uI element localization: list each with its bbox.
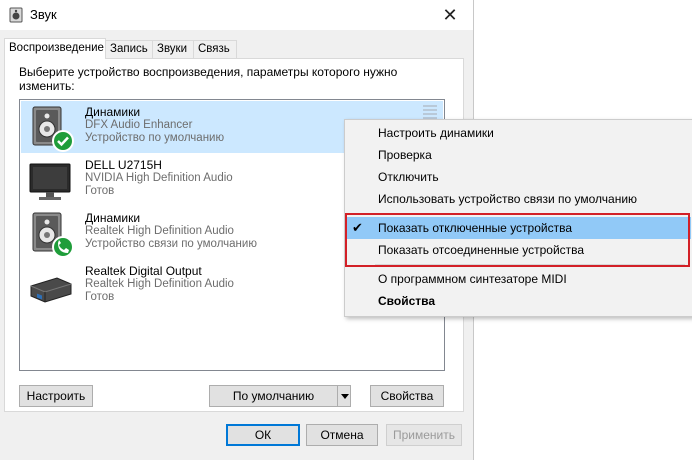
monitor-icon <box>29 163 71 200</box>
menu-item-label: Проверка <box>378 148 432 162</box>
device-driver: DFX Audio Enhancer <box>85 119 193 131</box>
cancel-button[interactable]: Отмена <box>306 424 378 446</box>
menu-item-default-communication[interactable]: Использовать устройство связи по умолчан… <box>345 188 691 210</box>
menu-item-label: Отключить <box>378 170 439 184</box>
device-name: Динамики <box>85 105 141 119</box>
set-default-label: По умолчанию <box>232 389 315 403</box>
device-name: DELL U2715H <box>85 158 162 172</box>
device-driver: Realtek High Definition Audio <box>85 278 234 290</box>
menu-item-configure-speakers[interactable]: Настроить динамики <box>345 122 691 144</box>
device-driver: Realtek High Definition Audio <box>85 225 234 237</box>
configure-button[interactable]: Настроить <box>19 385 93 407</box>
close-button[interactable]: ✕ <box>427 0 473 30</box>
close-icon: ✕ <box>442 5 458 25</box>
device-status: Устройство по умолчанию <box>85 132 225 144</box>
device-name: Realtek Digital Output <box>85 264 202 278</box>
speaker-icon <box>9 7 23 23</box>
apply-button[interactable]: Применить <box>386 424 462 446</box>
dropdown-arrow-icon[interactable] <box>337 386 350 406</box>
menu-item-label: Свойства <box>378 294 436 308</box>
set-default-split-button[interactable]: По умолчанию <box>209 385 351 407</box>
ok-button[interactable]: ОК <box>226 424 300 446</box>
check-badge-icon <box>52 130 74 152</box>
phone-badge-icon <box>52 236 74 258</box>
tab-sounds[interactable]: Звуки <box>152 40 194 58</box>
instruction-text: Выберите устройство воспроизведения, пар… <box>19 65 398 93</box>
menu-item-test[interactable]: Проверка <box>345 144 691 166</box>
tab-communications[interactable]: Связь <box>193 40 237 58</box>
menu-item-label: Настроить динамики <box>378 126 494 140</box>
annotation-highlight-box <box>345 213 690 267</box>
speaker-icon <box>32 212 74 258</box>
menu-item-disable[interactable]: Отключить <box>345 166 691 188</box>
device-driver: NVIDIA High Definition Audio <box>85 172 233 184</box>
device-status: Устройство связи по умолчанию <box>85 238 257 250</box>
speaker-icon <box>32 106 74 152</box>
window-title: Звук <box>30 7 57 22</box>
device-name: Динамики <box>85 211 141 225</box>
menu-item-label: Использовать устройство связи по умолчан… <box>378 192 638 206</box>
digital-output-icon <box>30 277 72 303</box>
device-status: Готов <box>85 185 115 197</box>
menu-item-properties[interactable]: Свойства <box>345 290 691 312</box>
title-bar: Звук ✕ <box>0 0 473 30</box>
tab-recording[interactable]: Запись <box>105 40 153 58</box>
menu-item-label: О программном синтезаторе MIDI <box>378 272 567 286</box>
tab-playback[interactable]: Воспроизведение <box>4 38 106 59</box>
menu-item-midi-about[interactable]: О программном синтезаторе MIDI <box>345 268 691 290</box>
device-status: Готов <box>85 291 115 303</box>
properties-button[interactable]: Свойства <box>370 385 444 407</box>
